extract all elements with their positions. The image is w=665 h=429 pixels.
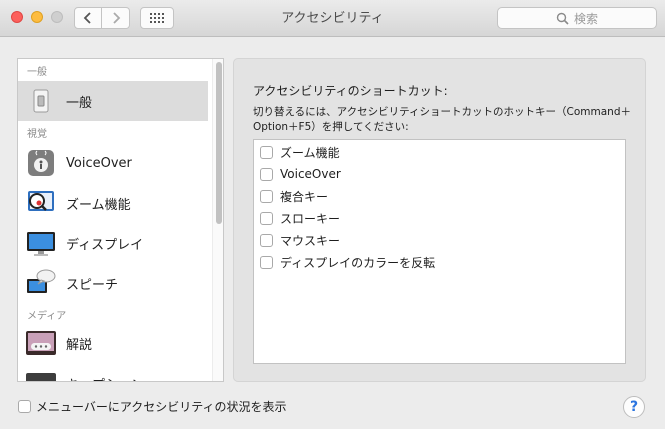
- speech-icon: [25, 267, 57, 299]
- show-all-button[interactable]: [140, 7, 174, 29]
- option-sticky-keys[interactable]: 複合キー: [260, 186, 328, 206]
- sidebar-item-label: スピーチ: [66, 277, 119, 293]
- window-title: アクセシビリティ: [281, 11, 384, 26]
- sidebar-item-display[interactable]: ディスプレイ: [18, 223, 208, 263]
- section-label-general: 一般: [27, 67, 47, 78]
- back-button[interactable]: [74, 7, 102, 29]
- checkbox[interactable]: [260, 255, 273, 269]
- search-field[interactable]: 検索: [497, 7, 657, 29]
- settings-panel: アクセシビリティのショートカット: 切り替えるには、アクセシビリティショートカッ…: [233, 58, 646, 382]
- title-bar: アクセシビリティ 検索: [0, 0, 665, 37]
- close-window-button[interactable]: [11, 11, 23, 23]
- forward-button[interactable]: [102, 7, 130, 29]
- checkbox[interactable]: [260, 211, 273, 225]
- option-zoom[interactable]: ズーム機能: [260, 142, 340, 162]
- search-icon: [556, 12, 569, 25]
- grid-icon: [150, 13, 164, 23]
- sidebar-item-label: 解説: [66, 337, 93, 353]
- chevron-right-icon: [112, 12, 120, 24]
- checkbox[interactable]: [18, 400, 31, 413]
- descriptions-icon: [25, 327, 57, 359]
- option-label: VoiceOver: [280, 167, 341, 181]
- option-label: スローキー: [280, 211, 341, 226]
- minimize-window-button[interactable]: [31, 11, 43, 23]
- checkbox[interactable]: [260, 145, 273, 159]
- sidebar-item-captions[interactable]: キャプション: [18, 363, 208, 382]
- voiceover-icon: [25, 147, 57, 179]
- display-icon: [25, 227, 57, 259]
- sidebar-item-label: キャプション: [66, 374, 144, 382]
- scrollbar-thumb[interactable]: [216, 62, 222, 224]
- chevron-left-icon: [83, 12, 91, 24]
- shortcut-options-list: ズーム機能 VoiceOver 複合キー スローキー マウスキー ディスプレイの…: [253, 139, 626, 364]
- panel-title: アクセシビリティのショートカット:: [253, 84, 448, 98]
- panel-description: 切り替えるには、アクセシビリティショートカットのホットキー（Command＋Op…: [253, 106, 631, 133]
- option-invert-colors[interactable]: ディスプレイのカラーを反転: [260, 252, 435, 272]
- checkbox[interactable]: [260, 233, 273, 247]
- checkbox[interactable]: [260, 167, 273, 181]
- sidebar-item-label: ズーム機能: [66, 197, 131, 213]
- captions-icon: [25, 367, 57, 381]
- sidebar-item-label: VoiceOver: [66, 155, 132, 171]
- sidebar-item-descriptions[interactable]: 解説: [18, 323, 208, 363]
- zoom-icon: [25, 187, 57, 219]
- checkbox[interactable]: [260, 189, 273, 203]
- section-label-vision: 視覚: [27, 129, 47, 140]
- section-label-media: メディア: [27, 311, 67, 322]
- sidebar-item-voiceover[interactable]: VoiceOver: [18, 143, 208, 183]
- option-label: ディスプレイのカラーを反転: [280, 255, 436, 270]
- sidebar-scrollbar[interactable]: [212, 59, 223, 381]
- option-slow-keys[interactable]: スローキー: [260, 208, 340, 228]
- zoom-window-button[interactable]: [51, 11, 63, 23]
- option-mouse-keys[interactable]: マウスキー: [260, 230, 340, 250]
- sidebar-item-label: ディスプレイ: [66, 237, 144, 253]
- category-sidebar[interactable]: 一般 一般 視覚 VoiceOver ズーム機能 ディスプレイ スピーチ メディ…: [17, 58, 224, 382]
- sidebar-item-speech[interactable]: スピーチ: [18, 263, 208, 303]
- option-label: ズーム機能: [280, 145, 340, 160]
- sidebar-item-general[interactable]: 一般: [18, 81, 208, 121]
- sidebar-item-label: 一般: [66, 95, 93, 111]
- option-voiceover[interactable]: VoiceOver: [260, 164, 341, 184]
- show-in-menubar-option[interactable]: メニューバーにアクセシビリティの状況を表示: [18, 398, 287, 415]
- sidebar-item-zoom[interactable]: ズーム機能: [18, 183, 208, 223]
- search-placeholder: 検索: [573, 11, 598, 26]
- option-label: 複合キー: [280, 189, 329, 204]
- switch-icon: [25, 85, 57, 117]
- show-in-menubar-label: メニューバーにアクセシビリティの状況を表示: [36, 400, 287, 414]
- help-button[interactable]: ?: [623, 396, 645, 418]
- option-label: マウスキー: [280, 233, 341, 248]
